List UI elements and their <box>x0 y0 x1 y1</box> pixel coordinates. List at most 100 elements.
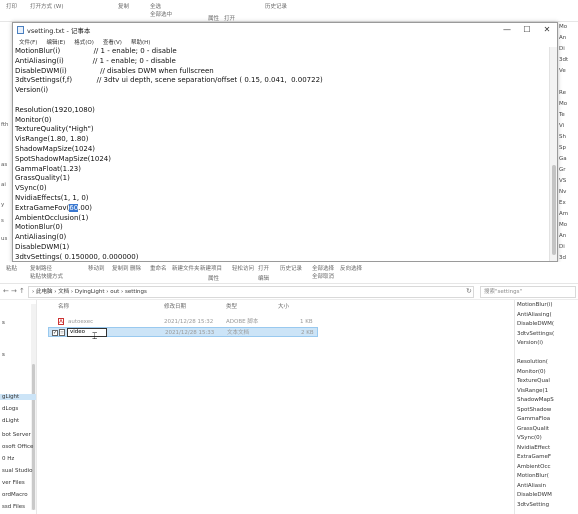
background-text-line: Di <box>559 244 565 250</box>
scrollbar-thumb[interactable] <box>32 364 35 510</box>
ribbon-label[interactable]: 粘贴 <box>6 264 17 272</box>
nav-item[interactable]: 0 Hz <box>2 456 14 462</box>
ribbon-label[interactable]: 打开方式 (W) <box>30 2 63 10</box>
ribbon-label[interactable]: 全部选中 <box>150 10 172 18</box>
file-row[interactable]: autoexec 2021/12/28 15:32 ADOBE 脚本 1 KB <box>48 317 318 327</box>
search-input[interactable]: 搜索"settings" <box>480 286 576 298</box>
text-line <box>15 96 549 106</box>
column-header-date[interactable]: 修改日期 <box>164 302 186 310</box>
notepad-text-area[interactable]: MotionBlur(i) // 1 - enable; 0 - disable… <box>13 47 549 261</box>
ribbon-label[interactable]: 打开 <box>258 264 269 272</box>
background-explorer-ribbon: 打印 打开方式 (W) 复制 全选 全部选中 历史记录 属性 打开 <box>0 0 578 22</box>
preview-line: VSync(0) <box>517 435 542 441</box>
nav-item[interactable]: ssd Files <box>2 504 25 510</box>
preview-line: MotionBlur(i) <box>517 302 553 308</box>
file-type: ADOBE 脚本 <box>226 319 259 325</box>
file-row-selected[interactable]: ✓ video 2021/12/28 15:33 文本文档 2 KB <box>48 327 318 337</box>
ribbon-label[interactable]: 移动到 <box>88 264 105 272</box>
text-line: AntiAliasing(0) <box>15 233 67 242</box>
ribbon-label[interactable]: 粘贴快捷方式 <box>30 272 63 280</box>
preview-pane: MotionBlur(i) AntiAliasing(DisableDWM(3dt… <box>514 300 578 514</box>
address-field[interactable]: › 此电脑 › 文档 › DyingLight › out › settings <box>28 286 474 298</box>
nav-item[interactable]: ordMacro <box>2 492 28 498</box>
ribbon-label[interactable]: 反向选择 <box>340 264 362 272</box>
ribbon-label[interactable]: 打印 <box>6 2 17 10</box>
ribbon-label[interactable]: 属性 <box>208 14 219 22</box>
notepad-titlebar[interactable]: vsetting.txt - 记事本 — ☐ ✕ <box>13 23 557 37</box>
gutter-text: as <box>1 162 8 168</box>
navigation-pane: s s gLight dLogs dLight bot Server osoft Offic… <box>0 300 37 514</box>
gutter-text: us <box>1 236 8 242</box>
preview-line: DisableDWM <box>517 492 552 498</box>
ribbon-label[interactable]: 全部选择 <box>312 264 334 272</box>
pdf-file-icon <box>58 318 64 325</box>
ribbon-label[interactable]: 复制路径 <box>30 264 52 272</box>
column-header-size[interactable]: 大小 <box>278 302 289 310</box>
notepad-window[interactable]: vsetting.txt - 记事本 — ☐ ✕ 文件(F) 编辑(E) 格式(… <box>12 22 558 262</box>
ribbon-label[interactable]: 复制 <box>118 2 129 10</box>
preview-line: AmbientOcc <box>517 463 551 470</box>
ribbon-label[interactable]: 复制到 <box>112 264 129 272</box>
text-line: NvidiaEffects(1, 1, 0) <box>15 193 89 202</box>
text-file-icon <box>59 329 65 336</box>
text-line: Resolution(1920,1080) <box>15 105 95 114</box>
back-arrow-icon[interactable]: ← <box>3 287 9 295</box>
ribbon-label[interactable]: 全部取消 <box>312 272 334 280</box>
notepad-scrollbar[interactable] <box>549 47 557 261</box>
ribbon-label[interactable]: 打开 <box>224 14 235 22</box>
notepad-menubar: 文件(F) 编辑(E) 格式(O) 查看(V) 帮助(H) <box>13 37 557 47</box>
nav-item[interactable]: osoft Office <box>2 444 33 450</box>
ribbon-label[interactable]: 历史记录 <box>280 264 302 272</box>
nav-item[interactable]: bot Server <box>2 432 31 438</box>
text-line: ShadowMapSize(1024) <box>15 144 96 153</box>
selected-text[interactable]: 60 <box>69 203 79 212</box>
text-line: MotionBlur(i) // 1 - enable; 0 - disable <box>15 47 177 55</box>
menu-view[interactable]: 查看(V) <box>103 38 122 46</box>
column-header-type[interactable]: 类型 <box>226 302 237 310</box>
nav-item[interactable]: sual Studio <box>2 468 33 474</box>
preview-line: AntiAliasin <box>517 482 547 489</box>
ribbon-label[interactable]: 重命名 <box>150 264 167 272</box>
preview-line: Resolution( <box>517 359 548 365</box>
ribbon-label[interactable]: 删除 <box>130 264 141 272</box>
nav-item[interactable]: gLight <box>0 394 36 400</box>
ribbon-label[interactable]: 历史记录 <box>265 2 287 10</box>
refresh-icon[interactable]: ↻ <box>466 287 472 295</box>
minimize-button[interactable]: — <box>497 23 517 37</box>
background-right-text: Mo An Di 3dt Ve Re Mo Te Vi Sh Sp Ga Gr VS Nv Ex Am Mo An D… <box>556 22 578 262</box>
fov-suffix: .00) <box>78 203 93 212</box>
notepad-title: vsetting.txt - 记事本 <box>27 27 91 35</box>
up-arrow-icon[interactable]: ↑ <box>19 287 25 295</box>
background-text-line <box>557 77 578 88</box>
text-line: Version(i) <box>15 86 49 95</box>
menu-edit[interactable]: 编辑(E) <box>46 38 65 46</box>
scrollbar-thumb[interactable] <box>552 165 556 255</box>
text-line: GrassQuality(1) <box>15 174 70 183</box>
ribbon-label[interactable]: 轻松访问 <box>232 264 254 272</box>
ribbon-label[interactable]: 编辑 <box>258 274 269 282</box>
ribbon-label[interactable]: 属性 <box>208 274 219 282</box>
text-line: SpotShadowMapSize(1024) <box>15 154 111 163</box>
ribbon-label[interactable]: 全选 <box>150 2 161 10</box>
ribbon-label[interactable]: 新建文件夹 <box>172 264 200 272</box>
menu-file[interactable]: 文件(F) <box>19 38 37 46</box>
column-header-name[interactable]: 名称 <box>58 302 69 310</box>
forward-arrow-icon[interactable]: → <box>11 287 17 295</box>
menu-format[interactable]: 格式(O) <box>74 38 94 46</box>
rename-input[interactable]: video <box>67 328 107 337</box>
background-text-line: 3dt <box>559 57 569 63</box>
ribbon-label[interactable]: 新建项目 <box>200 264 222 272</box>
background-text-line: VS <box>559 178 567 184</box>
nav-scrollbar[interactable] <box>31 304 36 510</box>
nav-item[interactable]: dLight <box>2 418 19 424</box>
nav-item[interactable]: ver Files <box>2 480 25 486</box>
background-text-line: An <box>559 35 567 41</box>
menu-help[interactable]: 帮助(H) <box>131 38 150 46</box>
maximize-button[interactable]: ☐ <box>517 23 537 37</box>
nav-item[interactable]: dLogs <box>2 406 18 412</box>
nav-item[interactable]: s <box>2 320 5 326</box>
checkbox-checked[interactable]: ✓ <box>52 330 58 336</box>
close-button[interactable]: ✕ <box>537 23 557 37</box>
background-text-line: Di <box>559 46 565 52</box>
nav-item[interactable]: s <box>2 352 5 358</box>
